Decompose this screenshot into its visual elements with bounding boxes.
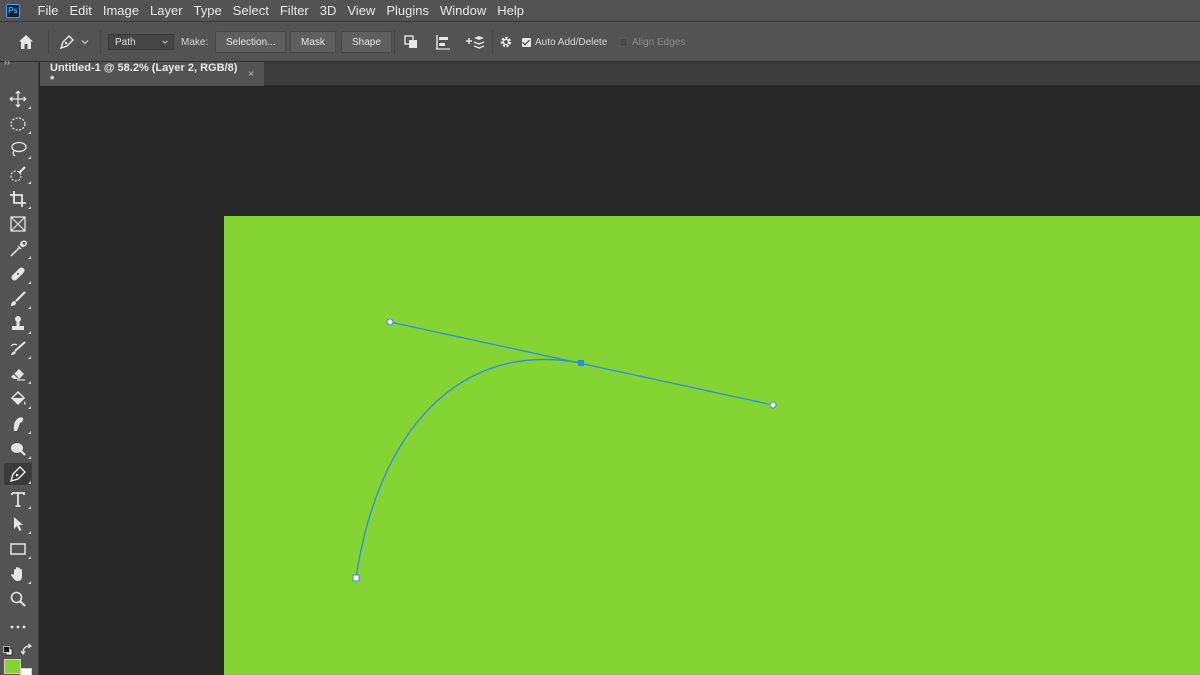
menu-window[interactable]: Window bbox=[434, 0, 491, 22]
gear-icon[interactable] bbox=[498, 22, 514, 62]
collapse-panel-icon[interactable]: ›› bbox=[4, 57, 10, 67]
menu-type[interactable]: Type bbox=[188, 0, 227, 22]
history-brush-tool-icon[interactable] bbox=[4, 338, 32, 360]
make-label: Make: bbox=[181, 36, 209, 48]
menu-3d[interactable]: 3D bbox=[314, 0, 342, 22]
menu-plugins[interactable]: Plugins bbox=[381, 0, 435, 22]
align-edges-checkbox[interactable]: Align Edges bbox=[619, 22, 685, 62]
paint-bucket-tool-icon[interactable] bbox=[4, 388, 32, 410]
make-selection-button[interactable]: Selection... bbox=[215, 31, 287, 53]
move-tool-icon[interactable] bbox=[4, 88, 32, 110]
path-operations-icon[interactable] bbox=[402, 22, 420, 62]
marquee-tool-icon[interactable] bbox=[4, 113, 32, 135]
path-selection-tool-icon[interactable] bbox=[4, 513, 32, 535]
menu-file[interactable]: File bbox=[32, 0, 64, 22]
auto-add-delete-checkbox[interactable]: Auto Add/Delete bbox=[522, 22, 607, 62]
pen-tool-icon[interactable] bbox=[4, 463, 32, 485]
chevron-down-icon bbox=[81, 40, 89, 45]
healing-brush-tool-icon[interactable] bbox=[4, 263, 32, 285]
options-bar: Path Make: Selection... Mask Shape Auto … bbox=[0, 22, 1200, 62]
document-tab-bar: Untitled-1 @ 58.2% (Layer 2, RGB/8) * × bbox=[40, 62, 1200, 86]
auto-add-delete-label: Auto Add/Delete bbox=[535, 36, 608, 48]
checkbox-unchecked-icon bbox=[619, 37, 628, 47]
document-tab-title: Untitled-1 @ 58.2% (Layer 2, RGB/8) * bbox=[50, 62, 238, 86]
make-shape-button[interactable]: Shape bbox=[341, 31, 392, 53]
menu-help[interactable]: Help bbox=[492, 0, 530, 22]
align-edges-label: Align Edges bbox=[632, 36, 686, 48]
chevron-down-icon bbox=[162, 40, 168, 44]
menu-filter[interactable]: Filter bbox=[274, 0, 314, 22]
close-icon[interactable]: × bbox=[248, 69, 254, 80]
photoshop-window: Ps File Edit Image Layer Type Select Fil… bbox=[0, 0, 1200, 675]
path-alignment-icon[interactable] bbox=[434, 22, 452, 62]
frame-tool-icon[interactable] bbox=[4, 213, 32, 235]
menu-view[interactable]: View bbox=[342, 0, 381, 22]
path-arrangement-icon[interactable] bbox=[465, 22, 485, 62]
checkbox-checked-icon bbox=[522, 37, 531, 47]
menu-select[interactable]: Select bbox=[227, 0, 274, 22]
brush-tool-icon[interactable] bbox=[4, 288, 32, 310]
crop-tool-icon[interactable] bbox=[4, 188, 32, 210]
rectangle-tool-icon[interactable] bbox=[4, 538, 32, 560]
background-color-swatch[interactable] bbox=[20, 668, 32, 675]
document-canvas[interactable] bbox=[224, 216, 1200, 675]
menu-bar: Ps File Edit Image Layer Type Select Fil… bbox=[0, 0, 1200, 22]
swap-colors-icon[interactable] bbox=[20, 642, 33, 656]
foreground-color-swatch[interactable] bbox=[4, 659, 21, 674]
tool-preset-picker[interactable] bbox=[58, 22, 90, 62]
home-icon[interactable] bbox=[17, 22, 35, 62]
menu-edit[interactable]: Edit bbox=[64, 0, 97, 22]
menu-layer[interactable]: Layer bbox=[145, 0, 189, 22]
pick-tool-mode-select[interactable]: Path bbox=[108, 34, 174, 50]
eraser-tool-icon[interactable] bbox=[4, 363, 32, 385]
quick-selection-tool-icon[interactable] bbox=[4, 163, 32, 185]
pen-icon bbox=[59, 35, 74, 50]
more-tools-icon[interactable] bbox=[4, 616, 32, 638]
photoshop-logo-icon: Ps bbox=[6, 3, 20, 18]
document-tab[interactable]: Untitled-1 @ 58.2% (Layer 2, RGB/8) * × bbox=[40, 62, 264, 86]
dodge-tool-icon[interactable] bbox=[4, 438, 32, 460]
menu-image[interactable]: Image bbox=[97, 0, 144, 22]
hand-tool-icon[interactable] bbox=[4, 563, 32, 585]
clone-stamp-tool-icon[interactable] bbox=[4, 313, 32, 335]
zoom-tool-icon[interactable] bbox=[4, 588, 32, 610]
smudge-tool-icon[interactable] bbox=[4, 413, 32, 435]
make-mask-button[interactable]: Mask bbox=[290, 31, 336, 53]
tool-mode-value: Path bbox=[115, 36, 136, 48]
default-colors-icon[interactable] bbox=[3, 643, 13, 656]
lasso-tool-icon[interactable] bbox=[4, 138, 32, 160]
tools-panel: ›› bbox=[0, 57, 39, 675]
eyedropper-tool-icon[interactable] bbox=[4, 238, 32, 260]
type-tool-icon[interactable] bbox=[4, 488, 32, 510]
